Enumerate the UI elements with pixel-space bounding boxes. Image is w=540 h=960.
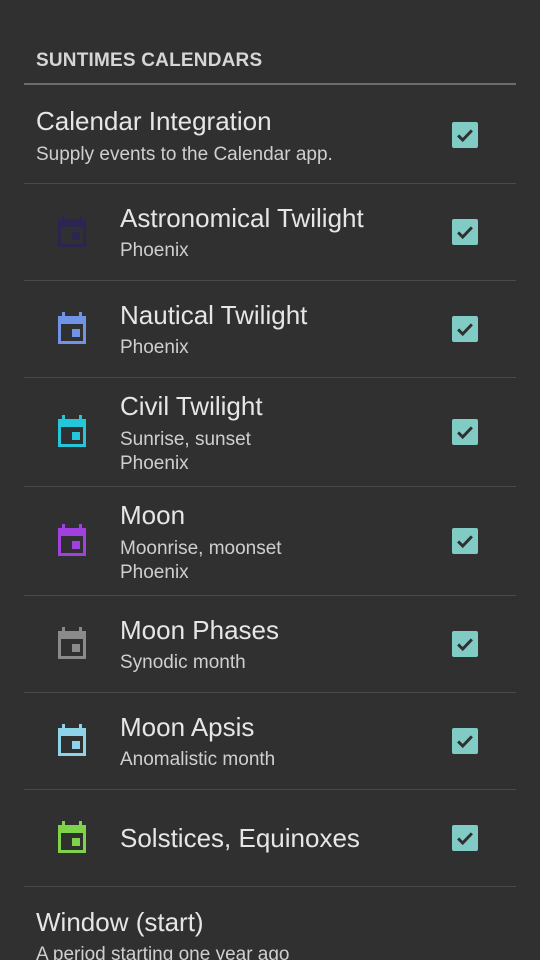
calendar-title: Moon Apsis [120, 712, 255, 742]
calendar-summary-location: Phoenix [120, 453, 189, 474]
calendar-event-icon [56, 524, 88, 558]
solstices-equinoxes-checkbox[interactable] [452, 825, 478, 851]
check-icon [457, 323, 473, 337]
calendar-title: Nautical Twilight [120, 300, 308, 330]
moon-checkbox[interactable] [452, 528, 478, 554]
check-icon [457, 129, 473, 143]
calendar-summary: Phoenix [120, 337, 189, 358]
check-icon [457, 735, 473, 749]
calendar-event-icon [56, 724, 88, 758]
calendar-integration-preference[interactable]: Calendar Integration Supply events to th… [24, 86, 516, 184]
calendar-event-icon [56, 821, 88, 855]
preference-title: Calendar Integration [36, 106, 272, 136]
check-icon [457, 535, 473, 549]
check-icon [457, 638, 473, 652]
calendar-summary-location: Phoenix [120, 562, 189, 583]
section-divider [24, 83, 516, 85]
astronomical-twilight-checkbox[interactable] [452, 219, 478, 245]
calendar-item-moon[interactable]: Moon Moonrise, moonset Phoenix [24, 487, 516, 596]
check-icon [457, 426, 473, 440]
check-icon [457, 226, 473, 240]
preference-summary: Supply events to the Calendar app. [36, 144, 333, 165]
calendar-item-moon-apsis[interactable]: Moon Apsis Anomalistic month [24, 693, 516, 790]
nautical-twilight-checkbox[interactable] [452, 316, 478, 342]
calendar-summary: Moonrise, moonset [120, 538, 282, 559]
calendar-title: Moon Phases [120, 615, 279, 645]
calendar-item-solstices-equinoxes[interactable]: Solstices, Equinoxes [24, 790, 516, 887]
calendar-event-icon [56, 215, 88, 249]
calendar-summary: Anomalistic month [120, 749, 276, 770]
calendar-event-icon [56, 627, 88, 661]
settings-screen: SUNTIMES CALENDARS Calendar Integration … [0, 0, 540, 960]
calendar-title: Astronomical Twilight [120, 203, 364, 233]
calendar-item-moon-phases[interactable]: Moon Phases Synodic month [24, 596, 516, 693]
calendar-item-civil-twilight[interactable]: Civil Twilight Sunrise, sunset Phoenix [24, 378, 516, 487]
preference-title: Window (start) [36, 907, 204, 937]
section-header: SUNTIMES CALENDARS [36, 50, 263, 71]
civil-twilight-checkbox[interactable] [452, 419, 478, 445]
calendar-title: Moon [120, 500, 186, 530]
calendar-integration-checkbox[interactable] [452, 122, 478, 148]
calendar-item-astronomical-twilight[interactable]: Astronomical Twilight Phoenix [24, 184, 516, 281]
calendar-summary: Phoenix [120, 240, 189, 261]
moon-apsis-checkbox[interactable] [452, 728, 478, 754]
preference-summary: A period starting one year ago [36, 944, 290, 960]
moon-phases-checkbox[interactable] [452, 631, 478, 657]
check-icon [457, 832, 473, 846]
calendar-item-nautical-twilight[interactable]: Nautical Twilight Phoenix [24, 281, 516, 378]
window-start-preference[interactable]: Window (start) A period starting one yea… [24, 887, 516, 960]
calendar-title: Civil Twilight [120, 391, 263, 421]
calendar-event-icon [56, 415, 88, 449]
calendar-title: Solstices, Equinoxes [120, 823, 360, 853]
calendar-summary: Sunrise, sunset [120, 429, 251, 450]
calendar-summary: Synodic month [120, 652, 246, 673]
calendar-event-icon [56, 312, 88, 346]
